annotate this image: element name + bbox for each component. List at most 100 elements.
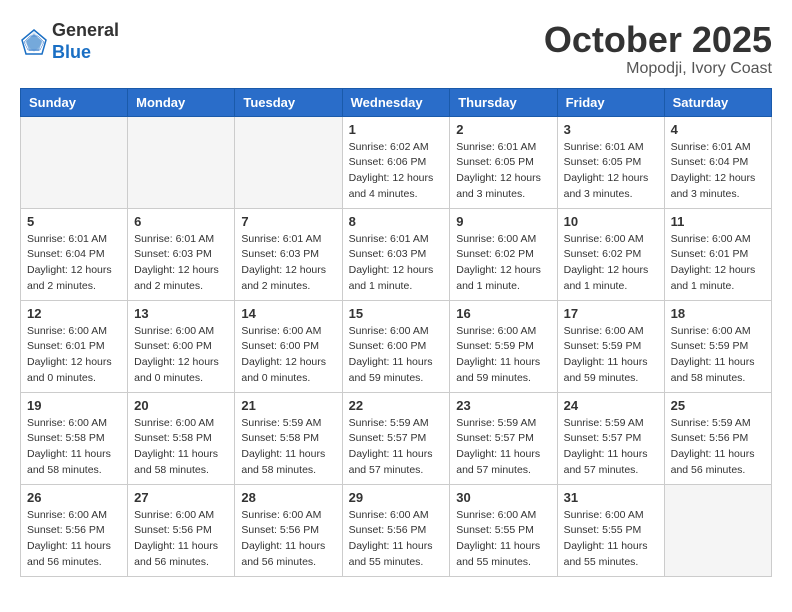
- calendar-cell: 3 Sunrise: 6:01 AMSunset: 6:05 PMDaylight…: [557, 116, 664, 208]
- weekday-header: Thursday: [450, 88, 557, 116]
- day-info: Sunrise: 6:00 AMSunset: 5:58 PMDaylight:…: [27, 416, 121, 479]
- week-row: 1Sunrise: 6:02 AMSunset: 6:06 PMDaylight…: [21, 116, 772, 208]
- day-number: 21: [241, 398, 335, 413]
- day-info: Sunrise: 6:00 AMSunset: 5:56 PMDaylight:…: [134, 508, 228, 571]
- location-title: Mopodji, Ivory Coast: [544, 60, 772, 78]
- day-number: 30: [456, 490, 550, 505]
- calendar-cell: [21, 116, 128, 208]
- day-number: 22: [349, 398, 444, 413]
- weekday-header: Monday: [128, 88, 235, 116]
- day-info: Sunrise: 6:00 AMSunset: 5:56 PMDaylight:…: [241, 508, 335, 571]
- day-number: 14: [241, 306, 335, 321]
- calendar-cell: 25 Sunrise: 5:59 AMSunset: 5:56 PMDayligh…: [664, 392, 771, 484]
- day-info: Sunrise: 6:00 AMSunset: 5:58 PMDaylight:…: [134, 416, 228, 479]
- logo-general: General: [52, 20, 119, 42]
- weekday-header-row: SundayMondayTuesdayWednesdayThursdayFrid…: [21, 88, 772, 116]
- day-info: Sunrise: 6:00 AMSunset: 6:02 PMDaylight:…: [564, 232, 658, 295]
- week-row: 26 Sunrise: 6:00 AMSunset: 5:56 PMDayligh…: [21, 484, 772, 576]
- day-number: 6: [134, 214, 228, 229]
- calendar-cell: 22 Sunrise: 5:59 AMSunset: 5:57 PMDayligh…: [342, 392, 450, 484]
- day-info: Sunrise: 6:01 AMSunset: 6:03 PMDaylight:…: [241, 232, 335, 295]
- calendar-cell: 11Sunrise: 6:00 AMSunset: 6:01 PMDayligh…: [664, 208, 771, 300]
- calendar-cell: 21 Sunrise: 5:59 AMSunset: 5:58 PMDayligh…: [235, 392, 342, 484]
- calendar-cell: 23Sunrise: 5:59 AMSunset: 5:57 PMDayligh…: [450, 392, 557, 484]
- weekday-header: Wednesday: [342, 88, 450, 116]
- calendar-cell: 2 Sunrise: 6:01 AMSunset: 6:05 PMDaylight…: [450, 116, 557, 208]
- day-number: 29: [349, 490, 444, 505]
- day-info: Sunrise: 6:01 AMSunset: 6:03 PMDaylight:…: [134, 232, 228, 295]
- day-number: 24: [564, 398, 658, 413]
- day-number: 26: [27, 490, 121, 505]
- day-number: 18: [671, 306, 765, 321]
- week-row: 19Sunrise: 6:00 AMSunset: 5:58 PMDayligh…: [21, 392, 772, 484]
- weekday-header: Saturday: [664, 88, 771, 116]
- calendar-cell: 6 Sunrise: 6:01 AMSunset: 6:03 PMDaylight…: [128, 208, 235, 300]
- day-info: Sunrise: 6:00 AMSunset: 5:56 PMDaylight:…: [27, 508, 121, 571]
- day-info: Sunrise: 5:59 AMSunset: 5:58 PMDaylight:…: [241, 416, 335, 479]
- day-info: Sunrise: 6:00 AMSunset: 5:56 PMDaylight:…: [349, 508, 444, 571]
- day-number: 12: [27, 306, 121, 321]
- day-number: 5: [27, 214, 121, 229]
- month-title: October 2025: [544, 20, 772, 60]
- day-number: 2: [456, 122, 550, 137]
- calendar-cell: 1Sunrise: 6:02 AMSunset: 6:06 PMDaylight…: [342, 116, 450, 208]
- day-info: Sunrise: 6:00 AMSunset: 6:00 PMDaylight:…: [134, 324, 228, 387]
- day-info: Sunrise: 6:00 AMSunset: 5:59 PMDaylight:…: [456, 324, 550, 387]
- day-info: Sunrise: 6:00 AMSunset: 6:00 PMDaylight:…: [349, 324, 444, 387]
- day-info: Sunrise: 6:01 AMSunset: 6:04 PMDaylight:…: [671, 140, 765, 203]
- day-info: Sunrise: 6:01 AMSunset: 6:03 PMDaylight:…: [349, 232, 444, 295]
- header: General Blue October 2025 Mopodji, Ivory…: [20, 20, 772, 78]
- calendar-cell: 18 Sunrise: 6:00 AMSunset: 5:59 PMDayligh…: [664, 300, 771, 392]
- day-info: Sunrise: 6:00 AMSunset: 5:55 PMDaylight:…: [456, 508, 550, 571]
- day-info: Sunrise: 6:01 AMSunset: 6:05 PMDaylight:…: [456, 140, 550, 203]
- day-info: Sunrise: 6:00 AMSunset: 5:55 PMDaylight:…: [564, 508, 658, 571]
- calendar-cell: 24 Sunrise: 5:59 AMSunset: 5:57 PMDayligh…: [557, 392, 664, 484]
- day-info: Sunrise: 6:00 AMSunset: 6:01 PMDaylight:…: [671, 232, 765, 295]
- day-info: Sunrise: 6:00 AMSunset: 5:59 PMDaylight:…: [671, 324, 765, 387]
- day-number: 3: [564, 122, 658, 137]
- calendar-cell: 9Sunrise: 6:00 AMSunset: 6:02 PMDaylight…: [450, 208, 557, 300]
- calendar-cell: 17 Sunrise: 6:00 AMSunset: 5:59 PMDayligh…: [557, 300, 664, 392]
- day-info: Sunrise: 5:59 AMSunset: 5:57 PMDaylight:…: [456, 416, 550, 479]
- day-info: Sunrise: 5:59 AMSunset: 5:57 PMDaylight:…: [564, 416, 658, 479]
- day-number: 27: [134, 490, 228, 505]
- day-number: 13: [134, 306, 228, 321]
- calendar-cell: 31 Sunrise: 6:00 AMSunset: 5:55 PMDayligh…: [557, 484, 664, 576]
- day-number: 15: [349, 306, 444, 321]
- day-number: 20: [134, 398, 228, 413]
- calendar-cell: [664, 484, 771, 576]
- calendar-cell: 8Sunrise: 6:01 AMSunset: 6:03 PMDaylight…: [342, 208, 450, 300]
- calendar-cell: 5 Sunrise: 6:01 AMSunset: 6:04 PMDaylight…: [21, 208, 128, 300]
- calendar-cell: 28 Sunrise: 6:00 AMSunset: 5:56 PMDayligh…: [235, 484, 342, 576]
- weekday-header: Friday: [557, 88, 664, 116]
- logo-icon: [20, 28, 48, 56]
- day-number: 10: [564, 214, 658, 229]
- logo-blue: Blue: [52, 42, 119, 64]
- calendar-cell: 30 Sunrise: 6:00 AMSunset: 5:55 PMDayligh…: [450, 484, 557, 576]
- calendar-cell: 19Sunrise: 6:00 AMSunset: 5:58 PMDayligh…: [21, 392, 128, 484]
- day-number: 31: [564, 490, 658, 505]
- logo-text: General Blue: [52, 20, 119, 63]
- day-number: 4: [671, 122, 765, 137]
- day-number: 7: [241, 214, 335, 229]
- day-info: Sunrise: 5:59 AMSunset: 5:57 PMDaylight:…: [349, 416, 444, 479]
- calendar: SundayMondayTuesdayWednesdayThursdayFrid…: [20, 88, 772, 577]
- day-info: Sunrise: 5:59 AMSunset: 5:56 PMDaylight:…: [671, 416, 765, 479]
- weekday-header: Sunday: [21, 88, 128, 116]
- calendar-cell: 4 Sunrise: 6:01 AMSunset: 6:04 PMDaylight…: [664, 116, 771, 208]
- day-info: Sunrise: 6:00 AMSunset: 5:59 PMDaylight:…: [564, 324, 658, 387]
- calendar-cell: 15 Sunrise: 6:00 AMSunset: 6:00 PMDayligh…: [342, 300, 450, 392]
- day-info: Sunrise: 6:01 AMSunset: 6:05 PMDaylight:…: [564, 140, 658, 203]
- day-number: 25: [671, 398, 765, 413]
- calendar-cell: [128, 116, 235, 208]
- calendar-cell: 10 Sunrise: 6:00 AMSunset: 6:02 PMDayligh…: [557, 208, 664, 300]
- day-number: 9: [456, 214, 550, 229]
- title-area: October 2025 Mopodji, Ivory Coast: [544, 20, 772, 78]
- day-number: 17: [564, 306, 658, 321]
- day-info: Sunrise: 6:00 AMSunset: 6:01 PMDaylight:…: [27, 324, 121, 387]
- day-number: 28: [241, 490, 335, 505]
- week-row: 12 Sunrise: 6:00 AMSunset: 6:01 PMDayligh…: [21, 300, 772, 392]
- day-info: Sunrise: 6:01 AMSunset: 6:04 PMDaylight:…: [27, 232, 121, 295]
- week-row: 5 Sunrise: 6:01 AMSunset: 6:04 PMDaylight…: [21, 208, 772, 300]
- logo: General Blue: [20, 20, 119, 63]
